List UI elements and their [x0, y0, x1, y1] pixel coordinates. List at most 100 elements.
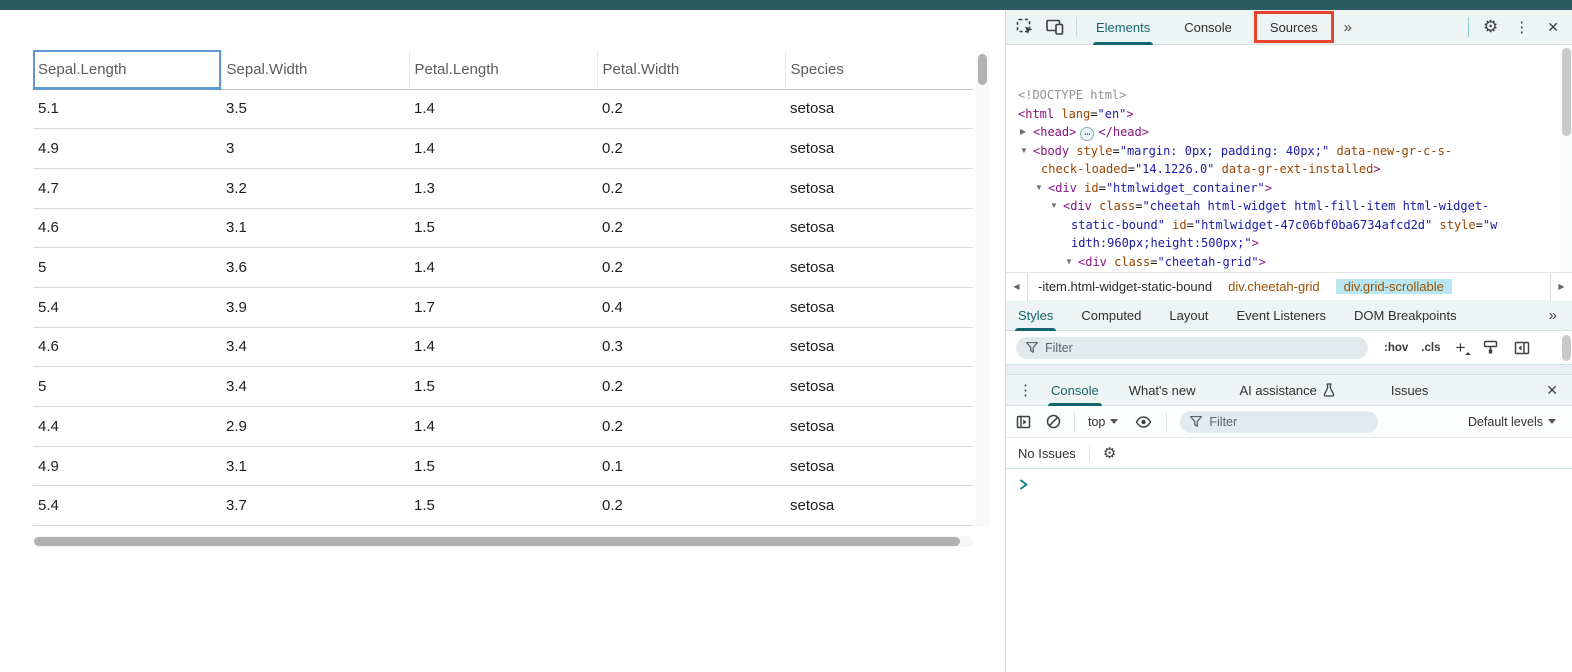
table-horizontal-scrollbar-thumb[interactable]	[34, 537, 960, 546]
styles-filter-input[interactable]: Filter	[1016, 337, 1368, 359]
table-cell[interactable]: 1.3	[409, 168, 597, 208]
table-cell[interactable]: 1.5	[409, 446, 597, 486]
table-cell[interactable]: 2.9	[221, 407, 409, 447]
dom-tree-line[interactable]: idth:960px;height:500px;">	[1006, 234, 1572, 253]
table-cell[interactable]: 1.4	[409, 129, 597, 169]
table-cell[interactable]: 0.2	[597, 89, 785, 129]
breadcrumb-forward-icon[interactable]: ▶	[1550, 273, 1572, 301]
collapse-arrow-icon[interactable]: ▼	[1020, 142, 1028, 161]
table-cell[interactable]: setosa	[785, 287, 973, 327]
table-cell[interactable]: setosa	[785, 208, 973, 248]
live-expression-eye-icon[interactable]	[1135, 416, 1152, 428]
tab-sources[interactable]: Sources	[1260, 10, 1328, 45]
table-cell[interactable]: 5.4	[33, 287, 221, 327]
table-cell[interactable]: 3.1	[221, 446, 409, 486]
table-cell[interactable]: setosa	[785, 129, 973, 169]
pseudo-state-toggle[interactable]: :hov	[1384, 342, 1408, 354]
table-cell[interactable]: 5.4	[33, 486, 221, 526]
drawer-tab-issues[interactable]: Issues	[1381, 375, 1439, 406]
table-cell[interactable]: 4.4	[33, 407, 221, 447]
table-vertical-scrollbar-thumb[interactable]	[978, 54, 987, 85]
column-header-sepal-width[interactable]: Sepal.Width	[221, 50, 409, 89]
drawer-resize-gutter[interactable]	[1006, 365, 1572, 375]
device-toolbar-icon[interactable]	[1046, 19, 1064, 35]
table-cell[interactable]: 3.7	[221, 486, 409, 526]
table-cell[interactable]: 4.9	[33, 446, 221, 486]
table-row[interactable]: 53.61.40.2setosa	[33, 248, 973, 288]
table-cell[interactable]: 3.5	[221, 89, 409, 129]
dom-tree-line[interactable]: ▶<head>…</head>	[1006, 123, 1572, 142]
tab-layout[interactable]: Layout	[1159, 300, 1218, 331]
dom-tree-scrollbar[interactable]	[1560, 45, 1572, 272]
dom-tree-line[interactable]: <!DOCTYPE html>	[1006, 86, 1572, 105]
breadcrumb-item[interactable]: -item.html-widget-static-bound	[1038, 279, 1212, 294]
table-cell[interactable]: 3.4	[221, 367, 409, 407]
collapsed-content-icon[interactable]: …	[1080, 127, 1094, 141]
table-cell[interactable]: 3.6	[221, 248, 409, 288]
table-cell[interactable]: 0.2	[597, 129, 785, 169]
tab-dom-breakpoints[interactable]: DOM Breakpoints	[1344, 300, 1467, 331]
drawer-menu-icon[interactable]: ⋮	[1018, 381, 1033, 399]
table-row[interactable]: 5.43.91.70.4setosa	[33, 287, 973, 327]
table-cell[interactable]: setosa	[785, 367, 973, 407]
inspect-element-icon[interactable]	[1016, 18, 1034, 36]
table-cell[interactable]: setosa	[785, 248, 973, 288]
collapse-arrow-icon[interactable]: ▼	[1035, 179, 1043, 198]
table-cell[interactable]: setosa	[785, 327, 973, 367]
table-row[interactable]: 53.41.50.2setosa	[33, 367, 973, 407]
table-cell[interactable]: 0.3	[597, 327, 785, 367]
breadcrumb-item[interactable]: div.grid-scrollable	[1336, 279, 1452, 294]
table-cell[interactable]: setosa	[785, 407, 973, 447]
table-cell[interactable]: 1.4	[409, 327, 597, 367]
expand-arrow-icon[interactable]: ▶	[1020, 123, 1026, 142]
table-cell[interactable]: 1.4	[409, 89, 597, 129]
tab-console[interactable]: Console	[1174, 10, 1242, 45]
table-cell[interactable]: 0.2	[597, 168, 785, 208]
table-cell[interactable]: 3.4	[221, 327, 409, 367]
tab-styles[interactable]: Styles	[1008, 300, 1063, 331]
collapse-arrow-icon[interactable]: ▼	[1065, 253, 1073, 272]
table-cell[interactable]: 0.2	[597, 367, 785, 407]
log-levels-dropdown[interactable]: Default levels	[1468, 415, 1556, 429]
table-row[interactable]: 4.63.41.40.3setosa	[33, 327, 973, 367]
console-filter-input[interactable]: Filter	[1180, 411, 1378, 433]
drawer-tab-ai-assistance[interactable]: AI assistance	[1230, 375, 1345, 406]
column-header-sepal-length[interactable]: Sepal.Length	[33, 50, 221, 89]
table-row[interactable]: 4.931.40.2setosa	[33, 129, 973, 169]
table-row[interactable]: 4.63.11.50.2setosa	[33, 208, 973, 248]
dom-tree-line[interactable]: ▼<body style="margin: 0px; padding: 40px…	[1006, 142, 1572, 161]
devtools-menu-icon[interactable]: ⋮	[1514, 18, 1529, 36]
table-row[interactable]: 4.93.11.50.1setosa	[33, 446, 973, 486]
drawer-tab-console[interactable]: Console	[1041, 375, 1109, 406]
dom-tree-line[interactable]: check-loaded="14.1226.0" data-gr-ext-ins…	[1006, 160, 1572, 179]
table-cell[interactable]: 5	[33, 367, 221, 407]
new-style-rule-icon[interactable]: +	[1455, 341, 1465, 355]
table-cell[interactable]: 4.7	[33, 168, 221, 208]
toggle-sidebar-icon[interactable]	[1514, 341, 1530, 355]
table-cell[interactable]: 0.2	[597, 208, 785, 248]
issues-settings-gear-icon[interactable]: ⚙	[1103, 444, 1116, 462]
table-row[interactable]: 5.13.51.40.2setosa	[33, 89, 973, 129]
table-cell[interactable]: setosa	[785, 446, 973, 486]
table-cell[interactable]: 4.9	[33, 129, 221, 169]
dom-tree-line[interactable]: ▼<div class="cheetah-grid">	[1006, 253, 1572, 272]
table-row[interactable]: 4.42.91.40.2setosa	[33, 407, 973, 447]
table-cell[interactable]: 0.1	[597, 446, 785, 486]
table-cell[interactable]: 5.1	[33, 89, 221, 129]
devtools-close-icon[interactable]: ✕	[1547, 19, 1559, 36]
table-cell[interactable]: 4.6	[33, 208, 221, 248]
table-cell[interactable]: 1.7	[409, 287, 597, 327]
dom-tree-line[interactable]: <html lang="en">	[1006, 105, 1572, 124]
dom-tree-line[interactable]: <canvas width="945" height="485" style="…	[1006, 271, 1572, 272]
table-cell[interactable]: 1.4	[409, 248, 597, 288]
table-cell[interactable]: 3.9	[221, 287, 409, 327]
table-cell[interactable]: setosa	[785, 486, 973, 526]
dom-tree-line[interactable]: ▼<div class="cheetah html-widget html-fi…	[1006, 197, 1572, 216]
console-prompt[interactable]	[1006, 469, 1572, 493]
dom-tree-line[interactable]: static-bound" id="htmlwidget-47c06bf0ba6…	[1006, 216, 1572, 235]
execution-context-dropdown[interactable]: top	[1088, 415, 1118, 429]
table-cell[interactable]: 1.4	[409, 407, 597, 447]
table-cell[interactable]: 3.2	[221, 168, 409, 208]
table-cell[interactable]: 0.4	[597, 287, 785, 327]
column-header-petal-width[interactable]: Petal.Width	[597, 50, 785, 89]
